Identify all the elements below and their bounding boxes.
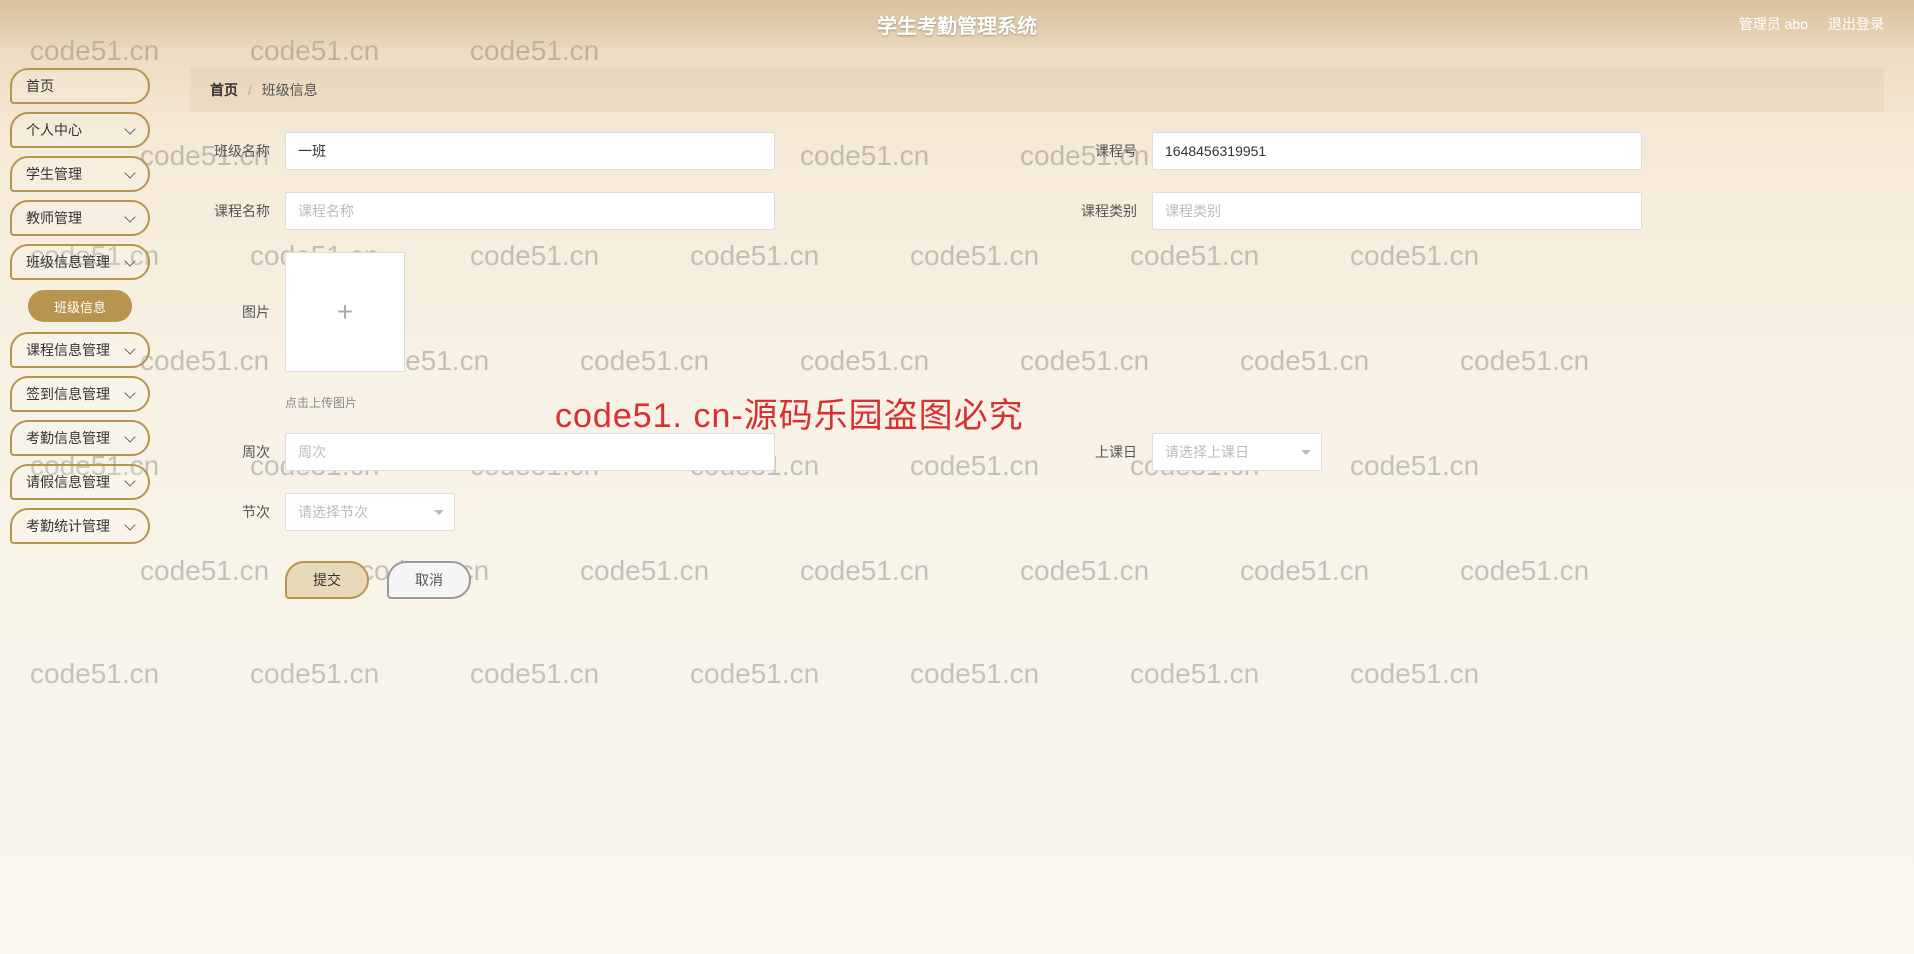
- chevron-down-icon: [434, 510, 444, 515]
- sidebar-item-signin[interactable]: 签到信息管理: [10, 376, 150, 412]
- chevron-down-icon: [124, 387, 135, 398]
- breadcrumb-sep: /: [248, 82, 252, 98]
- course-name-input[interactable]: [285, 192, 775, 230]
- sidebar-item-stats[interactable]: 考勤统计管理: [10, 508, 150, 544]
- main-content: 首页 / 班级信息 班级名称 课程号 课程名称: [160, 48, 1914, 954]
- day-label: 上课日: [1067, 442, 1137, 462]
- section-select-placeholder: 请选择节次: [298, 502, 368, 522]
- breadcrumb: 首页 / 班级信息: [190, 68, 1884, 112]
- course-type-label: 课程类别: [1067, 201, 1137, 221]
- chevron-down-icon: [124, 167, 135, 178]
- sidebar-subitem-class-info[interactable]: 班级信息: [28, 290, 132, 322]
- cancel-button[interactable]: 取消: [387, 561, 471, 599]
- sidebar-item-label: 请假信息管理: [26, 472, 110, 492]
- header: 学生考勤管理系统 管理员 abo 退出登录: [0, 0, 1914, 48]
- sidebar-item-label: 考勤信息管理: [26, 428, 110, 448]
- course-no-label: 课程号: [1067, 141, 1137, 161]
- image-upload[interactable]: +: [285, 252, 405, 372]
- chevron-down-icon: [124, 519, 135, 530]
- chevron-down-icon: [124, 431, 135, 442]
- day-select[interactable]: 请选择上课日: [1152, 433, 1322, 471]
- chevron-down-icon: [124, 211, 135, 222]
- breadcrumb-current: 班级信息: [262, 82, 318, 98]
- sidebar-item-personal[interactable]: 个人中心: [10, 112, 150, 148]
- header-right: 管理员 abo 退出登录: [1739, 14, 1884, 34]
- class-name-label: 班级名称: [200, 141, 270, 161]
- day-select-placeholder: 请选择上课日: [1165, 442, 1249, 462]
- sidebar-item-class-info[interactable]: 班级信息管理: [10, 244, 150, 280]
- week-input[interactable]: [285, 433, 775, 471]
- app-title: 学生考勤管理系统: [877, 10, 1037, 39]
- form: 班级名称 课程号 课程名称 课程类别: [190, 132, 1884, 599]
- chevron-down-icon: [1301, 450, 1311, 455]
- plus-icon: +: [337, 296, 353, 328]
- sidebar-item-label: 签到信息管理: [26, 384, 110, 404]
- sidebar-item-course[interactable]: 课程信息管理: [10, 332, 150, 368]
- sidebar-item-label: 学生管理: [26, 164, 82, 184]
- user-label[interactable]: 管理员 abo: [1739, 14, 1808, 34]
- submit-button[interactable]: 提交: [285, 561, 369, 599]
- breadcrumb-home[interactable]: 首页: [210, 82, 238, 98]
- sidebar-item-attendance[interactable]: 考勤信息管理: [10, 420, 150, 456]
- sidebar-item-label: 考勤统计管理: [26, 516, 110, 536]
- sidebar-item-label: 课程信息管理: [26, 340, 110, 360]
- sidebar-item-teacher[interactable]: 教师管理: [10, 200, 150, 236]
- week-label: 周次: [200, 442, 270, 462]
- image-hint: 点击上传图片: [285, 394, 1874, 411]
- sidebar-item-leave[interactable]: 请假信息管理: [10, 464, 150, 500]
- section-select[interactable]: 请选择节次: [285, 493, 455, 531]
- sidebar: 首页 个人中心 学生管理 教师管理 班级信息管理 班级信息 课程信息管理 签到信…: [0, 48, 160, 954]
- sidebar-item-home[interactable]: 首页: [10, 68, 150, 104]
- image-label: 图片: [200, 302, 270, 322]
- section-label: 节次: [200, 502, 270, 522]
- course-type-input[interactable]: [1152, 192, 1642, 230]
- sidebar-item-student[interactable]: 学生管理: [10, 156, 150, 192]
- chevron-down-icon: [124, 475, 135, 486]
- chevron-down-icon: [124, 123, 135, 134]
- sidebar-item-label: 个人中心: [26, 120, 82, 140]
- sidebar-item-label: 教师管理: [26, 208, 82, 228]
- sidebar-item-label: 首页: [26, 76, 54, 96]
- logout-link[interactable]: 退出登录: [1828, 14, 1884, 34]
- course-name-label: 课程名称: [200, 201, 270, 221]
- sidebar-item-label: 班级信息管理: [26, 252, 110, 272]
- class-name-input[interactable]: [285, 132, 775, 170]
- course-no-input[interactable]: [1152, 132, 1642, 170]
- chevron-down-icon: [124, 343, 135, 354]
- chevron-down-icon: [124, 255, 135, 266]
